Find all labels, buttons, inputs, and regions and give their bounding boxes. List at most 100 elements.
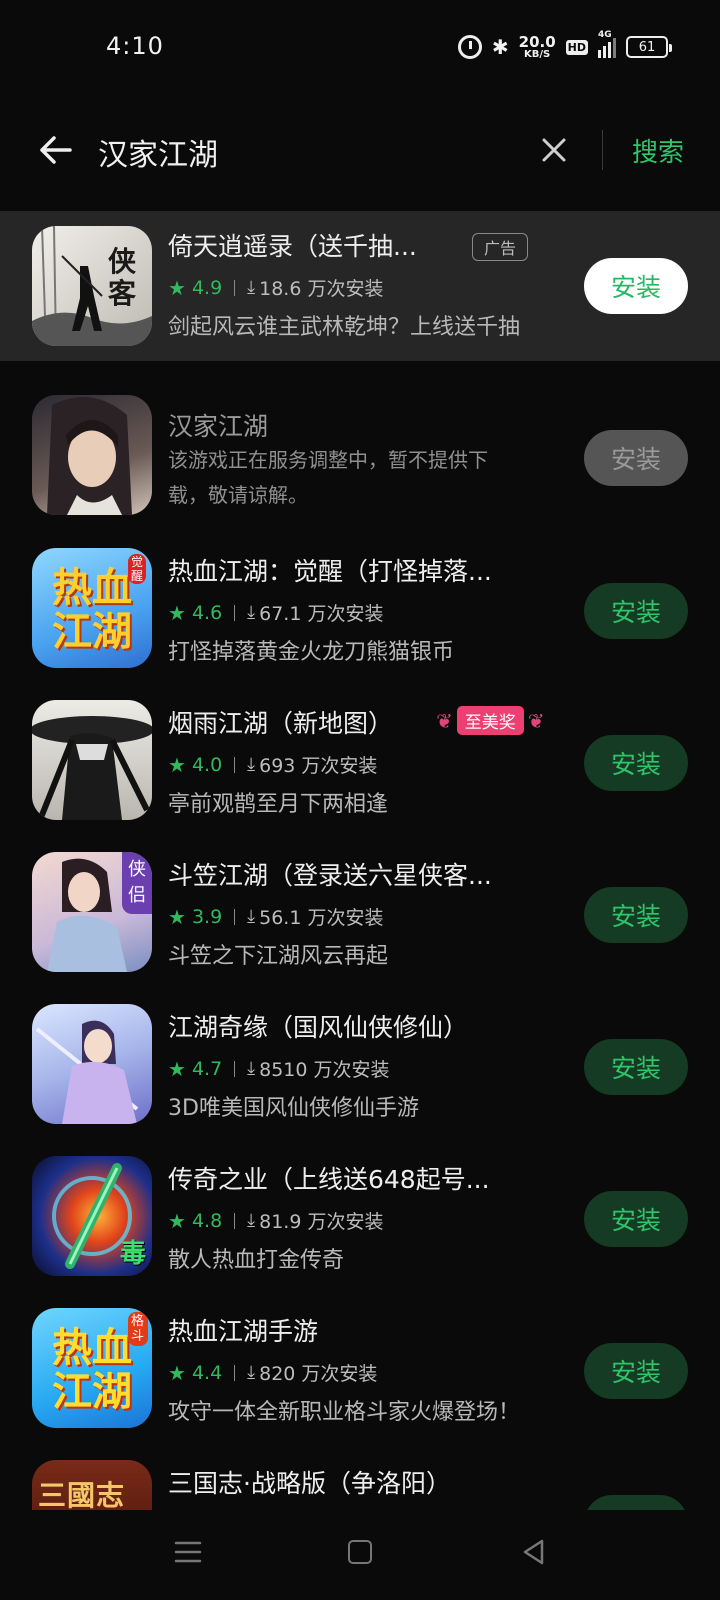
app-description: 3D唯美国风仙侠修仙手游 bbox=[168, 1096, 419, 1121]
app-icon-text: 三國志 bbox=[38, 1479, 126, 1511]
install-button[interactable]: 安装 bbox=[584, 258, 688, 314]
star-icon: ★ bbox=[168, 1208, 186, 1233]
app-meta: ★ 4.6 ⤓ 67.1 万次安装 bbox=[168, 599, 383, 626]
laurel-right-icon: ❦ bbox=[527, 708, 545, 733]
app-rating: 3.9 bbox=[191, 905, 223, 928]
meta-divider bbox=[234, 279, 236, 296]
app-icon bbox=[32, 1004, 152, 1124]
status-bar: 4:10 ✱ 20.0 KB/S HD 4G 61 bbox=[0, 0, 720, 96]
status-time: 4:10 bbox=[106, 32, 164, 60]
home-icon[interactable] bbox=[348, 1540, 372, 1564]
app-icon bbox=[32, 395, 152, 515]
app-icon-text: 侠侣 bbox=[122, 852, 152, 914]
list-item[interactable]: 烟雨江湖（新地图） ❦ 至美奖 ❦ ★ 4.0 ⤓ 693 万次安装 亭前观鹊至… bbox=[0, 688, 720, 838]
install-button[interactable]: 安装 bbox=[584, 1343, 688, 1399]
meta-divider bbox=[234, 908, 236, 925]
app-name: 热血江湖：觉醒（打怪掉落... bbox=[168, 557, 492, 586]
install-button[interactable]: 安装 bbox=[584, 735, 688, 791]
search-bar: 汉家江湖 搜索 bbox=[0, 110, 720, 190]
network-type: 4G bbox=[598, 30, 612, 40]
install-button[interactable]: 安装 bbox=[584, 887, 688, 943]
app-name: 斗笠江湖（登录送六星侠客... bbox=[168, 861, 492, 890]
meta-divider bbox=[234, 756, 236, 773]
star-icon: ★ bbox=[168, 275, 186, 300]
meta-divider bbox=[234, 1364, 236, 1381]
install-button: 安装 bbox=[584, 430, 688, 486]
status-icons: ✱ 20.0 KB/S HD 4G 61 bbox=[457, 30, 672, 62]
app-icon-badge: 觉醒 bbox=[128, 554, 146, 584]
network-speed-value: 20.0 bbox=[518, 32, 556, 51]
app-icon: 侠客 bbox=[32, 226, 152, 346]
clear-icon[interactable] bbox=[536, 132, 572, 168]
app-installs: 820 万次安装 bbox=[259, 1363, 378, 1385]
app-meta: ★ 4.4 ⤓ 820 万次安装 bbox=[168, 1359, 377, 1386]
app-rating: 4.9 bbox=[191, 276, 223, 299]
app-rating: 4.4 bbox=[191, 1361, 223, 1384]
app-name: 传奇之业（上线送648起号... bbox=[168, 1165, 490, 1194]
download-icon: ⤓ bbox=[247, 906, 256, 927]
install-button[interactable]: 安装 bbox=[584, 1039, 688, 1095]
app-icon-text: 毒 bbox=[119, 1239, 146, 1269]
award-badge: ❦ 至美奖 ❦ bbox=[436, 706, 545, 735]
app-name: 烟雨江湖（新地图） bbox=[168, 709, 394, 738]
star-icon: ★ bbox=[168, 600, 186, 625]
back-icon[interactable] bbox=[520, 1538, 548, 1566]
list-item[interactable]: 江湖奇缘（国风仙侠修仙） ★ 4.7 ⤓ 8510 万次安装 3D唯美国风仙侠修… bbox=[0, 992, 720, 1142]
award-label: 至美奖 bbox=[456, 706, 524, 735]
app-description: 剑起风云谁主武林乾坤？上线送千抽 bbox=[168, 315, 521, 340]
app-name: 倚天逍遥录（送千抽... bbox=[168, 232, 417, 261]
app-description: 攻守一体全新职业格斗家火爆登场！ bbox=[168, 1400, 521, 1425]
app-installs: 8510 万次安装 bbox=[259, 1059, 390, 1081]
app-meta: ★ 4.0 ⤓ 693 万次安装 bbox=[168, 751, 377, 778]
app-icon-text: 热血江湖 bbox=[52, 565, 132, 655]
app-name: 三国志·战略版（争洛阳） bbox=[168, 1469, 451, 1498]
search-button[interactable]: 搜索 bbox=[632, 132, 684, 169]
app-icon bbox=[32, 700, 152, 820]
install-button[interactable]: 安装 bbox=[584, 1191, 688, 1247]
star-icon: ★ bbox=[168, 1056, 186, 1081]
app-icon-badge: 格斗 bbox=[128, 1312, 148, 1346]
app-icon-text: 侠客 bbox=[108, 245, 137, 310]
app-rating: 4.7 bbox=[191, 1057, 223, 1080]
app-description: 打怪掉落黄金火龙刀熊猫银币 bbox=[168, 640, 455, 665]
back-arrow-icon[interactable] bbox=[36, 130, 76, 170]
bluetooth-icon: ✱ bbox=[491, 35, 509, 59]
list-item[interactable]: 毒 传奇之业（上线送648起号... ★ 4.8 ⤓ 81.9 万次安装 散人热… bbox=[0, 1144, 720, 1294]
app-icon: 毒 bbox=[32, 1156, 152, 1276]
install-button[interactable] bbox=[584, 1495, 688, 1511]
app-icon: 热血江湖 觉醒 bbox=[32, 548, 152, 668]
app-icon: 侠侣 bbox=[32, 852, 152, 972]
network-speed-unit: KB/S bbox=[524, 48, 551, 60]
install-button[interactable]: 安装 bbox=[584, 583, 688, 639]
app-installs: 56.1 万次安装 bbox=[259, 907, 384, 929]
list-item[interactable]: 三國志 三国志·战略版（争洛阳） bbox=[0, 1448, 720, 1511]
cellular-signal-icon: 4G bbox=[598, 30, 616, 58]
app-meta: ★ 4.7 ⤓ 8510 万次安装 bbox=[168, 1055, 390, 1082]
app-installs: 81.9 万次安装 bbox=[259, 1211, 384, 1233]
app-name: 汉家江湖 bbox=[168, 412, 269, 441]
app-name: 热血江湖手游 bbox=[168, 1317, 319, 1346]
app-description: 散人热血打金传奇 bbox=[168, 1248, 345, 1273]
download-icon: ⤓ bbox=[247, 1058, 256, 1079]
meta-divider bbox=[234, 604, 236, 621]
alarm-icon bbox=[457, 35, 482, 59]
menu-icon[interactable] bbox=[174, 1540, 202, 1564]
battery-level: 61 bbox=[638, 39, 656, 55]
download-icon: ⤓ bbox=[247, 277, 256, 298]
meta-divider bbox=[234, 1212, 236, 1229]
list-item[interactable]: 热血江湖 格斗 热血江湖手游 ★ 4.4 ⤓ 820 万次安装 攻守一体全新职业… bbox=[0, 1296, 720, 1446]
list-item[interactable]: 侠客 倚天逍遥录（送千抽... 广告 ★ 4.9 ⤓ 18.6 万次安装 剑起风… bbox=[0, 211, 720, 361]
app-rating: 4.6 bbox=[191, 601, 223, 624]
app-list: 侠客 倚天逍遥录（送千抽... 广告 ★ 4.9 ⤓ 18.6 万次安装 剑起风… bbox=[0, 211, 720, 1511]
search-input[interactable]: 汉家江湖 bbox=[98, 130, 218, 174]
app-description: 斗笠之下江湖风云再起 bbox=[168, 944, 389, 969]
download-icon: ⤓ bbox=[247, 754, 256, 775]
app-name: 江湖奇缘（国风仙侠修仙） bbox=[168, 1013, 469, 1042]
app-installs: 693 万次安装 bbox=[259, 755, 378, 777]
star-icon: ★ bbox=[168, 1360, 186, 1385]
list-item[interactable]: 汉家江湖 该游戏正在服务调整中，暂不提供下载，敬请谅解。 安装 bbox=[0, 383, 720, 533]
list-item[interactable]: 侠侣 斗笠江湖（登录送六星侠客... ★ 3.9 ⤓ 56.1 万次安装 斗笠之… bbox=[0, 840, 720, 990]
app-installs: 67.1 万次安装 bbox=[259, 603, 384, 625]
list-item[interactable]: 热血江湖 觉醒 热血江湖：觉醒（打怪掉落... ★ 4.6 ⤓ 67.1 万次安… bbox=[0, 536, 720, 686]
app-meta: ★ 3.9 ⤓ 56.1 万次安装 bbox=[168, 903, 383, 930]
